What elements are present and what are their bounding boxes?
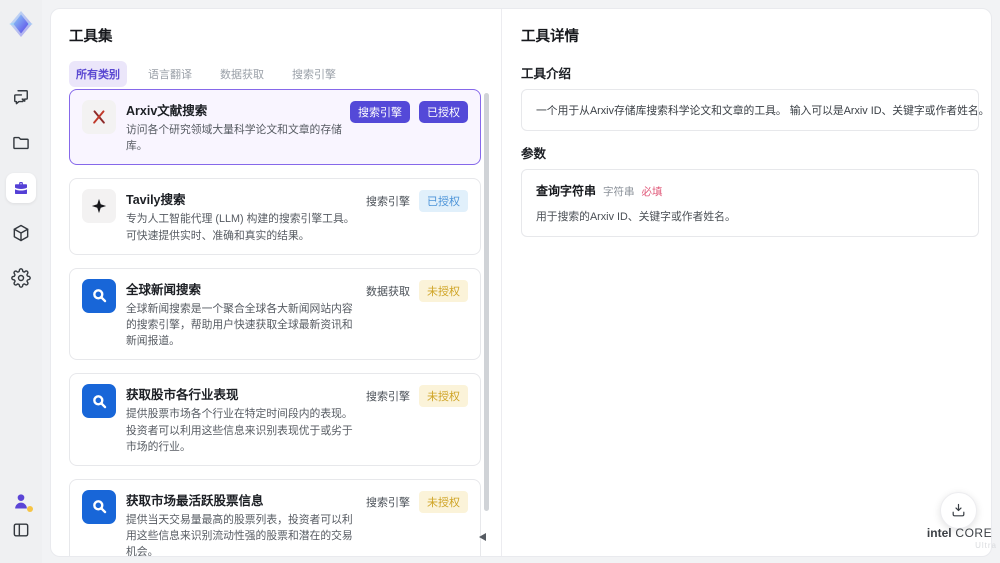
tool-card-stock-sectors[interactable]: 获取股市各行业表现 提供股票市场各个行业在特定时间段内的表现。投资者可以利用这些… [69,373,481,466]
tool-card-active-stocks[interactable]: 获取市场最活跃股票信息 提供当天交易量最高的股票列表，投资者可以利用这些信息来识… [69,478,481,557]
panel-divider [501,9,502,556]
auth-status-badge: 未授权 [419,385,468,408]
brand-core: CORE [955,526,993,540]
list-scrollbar-thumb[interactable] [484,93,489,511]
sidebar-item-models[interactable] [11,223,31,243]
category-label: 搜索引擎 [366,196,410,209]
tool-card-tavily[interactable]: Tavily搜索 专为人工智能代理 (LLM) 构建的搜索引擎工具。可快速提供实… [69,178,481,255]
chat-icon [14,90,28,105]
auth-status-badge: 未授权 [419,279,468,302]
app-logo-icon [9,11,33,37]
tab-search-engine[interactable]: 搜索引擎 [285,61,343,87]
download-icon [952,503,965,517]
tavily-star-icon [82,189,116,224]
tool-name: Arxiv文献搜索 [126,104,208,118]
intro-text: 一个用于从Arxiv存储库搜索科学论文和文章的工具。 输入可以是Arxiv ID… [536,105,990,117]
brand-sub: Ultra [975,541,997,550]
tab-translation[interactable]: 语言翻译 [141,61,199,87]
category-badge: 搜索引擎 [350,101,410,123]
tab-data-fetch[interactable]: 数据获取 [213,61,271,87]
param-desc: 用于搜索的Arxiv ID、关键字或作者姓名。 [536,211,736,223]
intro-heading: 工具介绍 [521,67,572,81]
category-label: 搜索引擎 [366,391,410,404]
brand-intel: intel [926,526,952,540]
auth-status-badge: 已授权 [419,101,468,123]
tool-card-arxiv[interactable]: Arxiv文献搜索 访问各个研究领域大量科学论文和文章的存储库。 搜索引擎 已授… [69,89,481,166]
tool-card-global-news[interactable]: 全球新闻搜索 全球新闻搜索是一个聚合全球各大新闻网站内容的搜索引擎，帮助用户快速… [69,267,481,361]
toolbox-icon [15,182,27,194]
sidebar-item-settings[interactable] [11,268,31,288]
tool-desc: 全球新闻搜索是一个聚合全球各大新闻网站内容的搜索引擎，帮助用户快速获取全球最新资… [126,302,353,348]
tool-name: 获取股市各行业表现 [126,388,239,403]
panel-toggle-icon [13,523,29,537]
sidebar-item-collapse[interactable] [11,520,31,540]
sidebar-item-files[interactable] [11,133,31,153]
intel-core-logo: intel CORE Ultra [922,526,997,550]
details-title: 工具详情 [521,29,579,45]
download-button[interactable] [940,492,977,529]
category-tabs: 所有类别 语言翻译 数据获取 搜索引擎 [69,61,343,87]
left-rail [0,0,42,563]
category-label: 搜索引擎 [366,496,410,509]
tool-desc: 访问各个研究领域大量科学论文和文章的存储库。 [126,124,342,153]
news-search-icon [82,278,116,313]
folder-icon [13,136,29,150]
list-scrollbar-track[interactable] [484,91,489,539]
main-panel: 工具集 所有类别 语言翻译 数据获取 搜索引擎 Arxiv文献搜索 访问各个研究… [50,8,992,557]
cube-icon [13,224,29,242]
sidebar-item-account[interactable] [11,491,33,512]
stock-search-icon [82,384,116,419]
tools-page-title: 工具集 [69,29,113,45]
intro-box: 一个用于从Arxiv存储库搜索科学论文和文章的工具。 输入可以是Arxiv ID… [521,89,990,131]
user-status-dot [27,506,33,512]
auth-status-badge: 未授权 [419,490,468,513]
stock-search-icon [82,489,116,524]
params-heading: 参数 [521,147,547,161]
auth-status-badge: 已授权 [419,190,468,213]
tool-desc: 提供股票市场各个行业在特定时间段内的表现。投资者可以利用这些信息来识别表现优于或… [126,408,353,453]
scroll-arrow-icon [479,533,486,541]
param-card: 查询字符串 字符串 必填 用于搜索的Arxiv ID、关键字或作者姓名。 [521,169,979,237]
tool-name: Tavily搜索 [126,193,186,208]
param-name: 查询字符串 [536,184,597,198]
tool-desc: 专为人工智能代理 (LLM) 构建的搜索引擎工具。可快速提供实时、准确和真实的结… [126,213,355,242]
sidebar-item-chat[interactable] [11,87,31,107]
tool-name: 获取市场最活跃股票信息 [126,493,264,508]
tool-name: 全球新闻搜索 [126,282,202,297]
param-required-label: 必填 [641,186,663,198]
gear-icon [11,268,31,288]
tab-all-categories[interactable]: 所有类别 [69,61,127,87]
param-type: 字符串 [603,186,635,198]
sidebar-item-tools[interactable] [6,173,36,203]
arxiv-logo-icon [82,100,116,134]
tool-list: Arxiv文献搜索 访问各个研究领域大量科学论文和文章的存储库。 搜索引擎 已授… [69,89,481,557]
tool-desc: 提供当天交易量最高的股票列表，投资者可以利用这些信息来识别流动性强的股票和潜在的… [126,513,353,557]
category-label: 数据获取 [366,285,410,298]
